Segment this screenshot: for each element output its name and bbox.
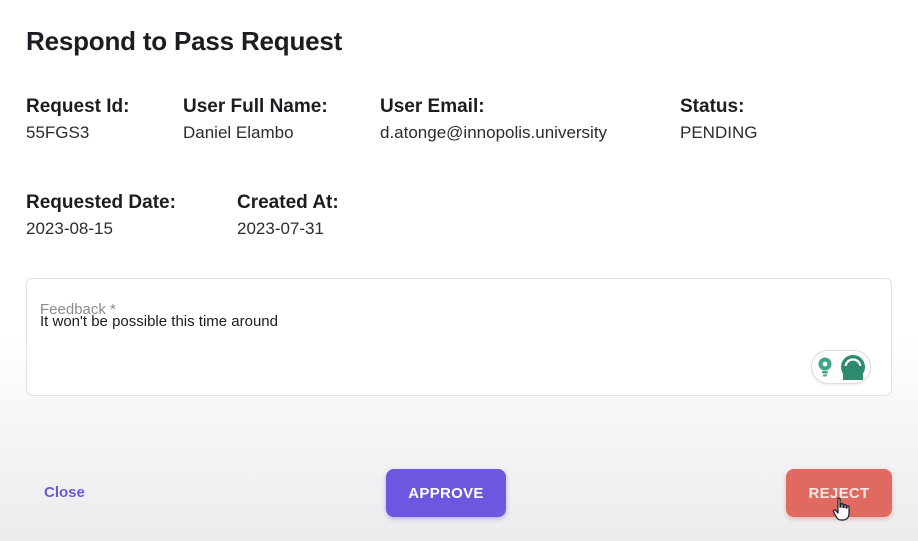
request-id-field: Request Id: 55FGS3 [26,95,129,145]
dialog-title: Respond to Pass Request [26,26,343,56]
created-at-label: Created At: [237,192,339,213]
status-value: PENDING [680,123,758,142]
user-full-name-label: User Full Name: [183,96,328,117]
close-button[interactable]: Close [44,484,85,501]
approve-button[interactable]: APPROVE [386,469,506,517]
user-email-value: d.atonge@innopolis.university [380,123,608,142]
requested-date-label: Requested Date: [26,192,176,213]
request-id-value: 55FGS3 [26,123,90,142]
feedback-textarea[interactable]: Feedback * It won't be possible this tim… [26,278,892,396]
user-email-label: User Email: [380,96,485,117]
status-label: Status: [680,96,745,117]
created-at-value: 2023-07-31 [237,219,324,238]
requested-date-value: 2023-08-15 [26,219,113,238]
grammar-ring-icon[interactable] [840,354,866,380]
created-at-field: Created At: 2023-07-31 [237,191,339,241]
grammar-extension-widget[interactable] [811,350,871,384]
user-email-field: User Email: d.atonge@innopolis.universit… [380,95,607,145]
status-field: Status: PENDING [680,95,757,145]
user-full-name-field: User Full Name: Daniel Elambo [183,95,328,145]
respond-pass-request-dialog: Respond to Pass Request Request Id: 55FG… [0,0,918,541]
request-id-label: Request Id: [26,96,130,117]
lightbulb-icon[interactable] [816,356,834,378]
requested-date-field: Requested Date: 2023-08-15 [26,191,176,241]
feedback-value: It won't be possible this time around [40,313,278,330]
user-full-name-value: Daniel Elambo [183,123,294,142]
hand-pointer-icon [832,497,850,521]
